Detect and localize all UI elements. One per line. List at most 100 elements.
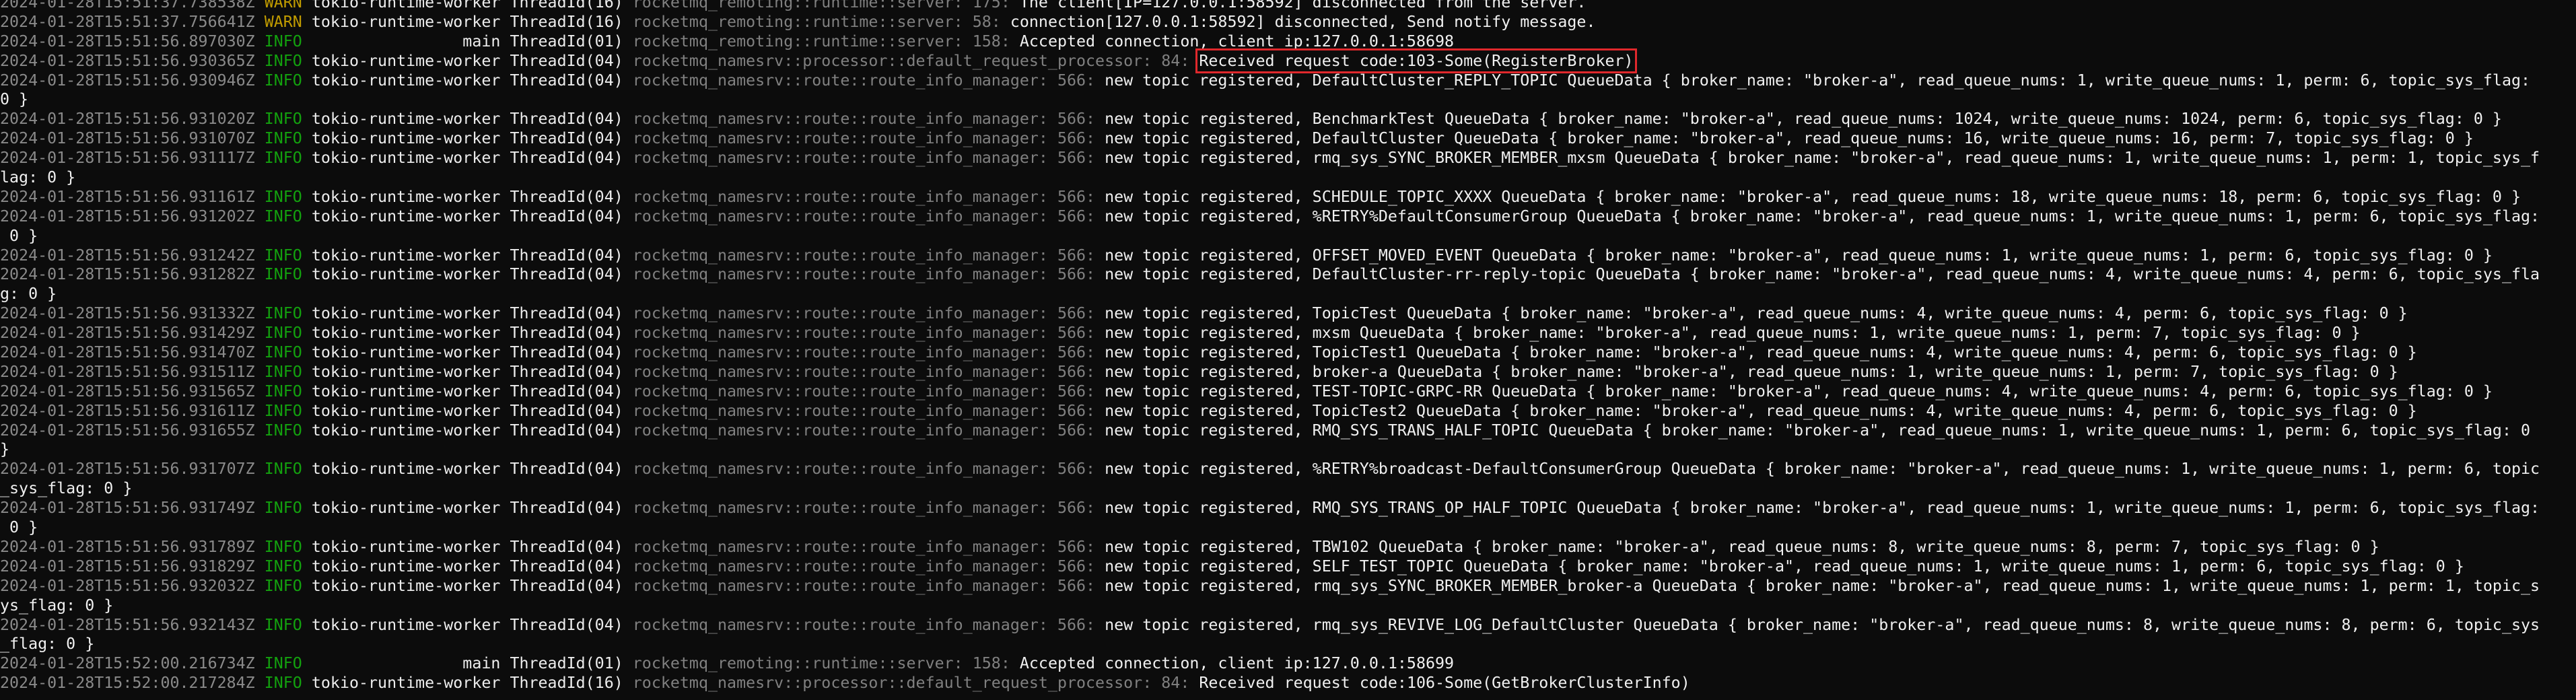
log-level: INFO [264,32,302,50]
log-target: rocketmq_namesrv::route::route_info_mana… [632,304,1039,323]
log-message: connection[127.0.0.1:58592] disconnected… [1010,12,1596,31]
log-line-number: 566 [1057,362,1086,381]
log-line-number: 566 [1057,149,1086,168]
log-worker: tokio-runtime-worker [311,71,501,90]
log-level: INFO [264,304,302,323]
log-thread-id: ThreadId(16) [510,12,623,31]
log-thread-id: ThreadId(04) [510,304,623,323]
log-line-number: 566 [1057,537,1086,556]
log-worker: tokio-runtime-worker [311,362,501,381]
log-line: 2024-01-28T15:51:56.931282Z INFO tokio-r… [0,265,2540,284]
log-timestamp: 2024-01-28T15:51:56.931070Z [0,129,255,148]
log-message: The client[IP=127.0.0.1:58592] disconnec… [1019,0,1587,11]
log-thread-id: ThreadId(04) [510,149,623,168]
log-target: rocketmq_namesrv::route::route_info_mana… [632,382,1039,400]
log-timestamp: 2024-01-28T15:51:56.897030Z [0,32,255,50]
log-line-continuation: _sys_flag: 0 } [0,479,2576,499]
log-line-continuation: _flag: 0 } [0,635,2576,654]
log-line-continuation: 0 } [0,518,2576,538]
log-worker: tokio-runtime-worker [311,557,501,575]
log-line-number: 158 [972,32,1001,50]
log-line: 2024-01-28T15:51:56.931161Z INFO tokio-r… [0,187,2521,206]
highlighted-log-message: Received request code:103-Some(RegisterB… [1195,48,1637,73]
log-target: rocketmq_namesrv::route::route_info_mana… [632,149,1039,168]
log-worker: tokio-runtime-worker [311,382,501,400]
log-line-number: 566 [1057,401,1086,420]
log-timestamp: 2024-01-28T15:51:56.932032Z [0,576,255,595]
log-timestamp: 2024-01-28T15:51:56.931707Z [0,460,255,479]
log-worker: tokio-runtime-worker [311,576,501,595]
log-line-continuation: 0 } [0,90,2576,110]
log-worker: tokio-runtime-worker [311,615,501,634]
log-thread-id: ThreadId(01) [510,32,623,50]
log-line: 2024-01-28T15:51:56.932143Z INFO tokio-r… [0,615,2540,634]
log-timestamp: 2024-01-28T15:51:56.931611Z [0,401,255,420]
log-message: new topic registered, rmq_sys_SYNC_BROKE… [1105,576,2540,595]
log-level: INFO [264,460,302,479]
log-message: new topic registered, broker-a QueueData… [1105,362,2398,381]
log-level: INFO [264,246,302,265]
log-message-continuation: _sys_flag: 0 } [0,479,133,498]
log-target: rocketmq_namesrv::route::route_info_mana… [632,324,1039,343]
log-message: new topic registered, BenchmarkTest Queu… [1105,110,2502,129]
log-line-continuation: g: 0 } [0,285,2576,304]
log-timestamp: 2024-01-28T15:51:37.738538Z [0,0,255,11]
log-line: 2024-01-28T15:51:56.931707Z INFO tokio-r… [0,460,2540,479]
log-line-number: 566 [1057,499,1086,518]
log-thread-id: ThreadId(04) [510,51,623,70]
log-level: INFO [264,499,302,518]
log-message: new topic registered, SCHEDULE_TOPIC_XXX… [1105,187,2521,206]
log-line: 2024-01-28T15:51:56.931020Z INFO tokio-r… [0,110,2502,129]
log-line-number: 566 [1057,207,1086,225]
log-level: INFO [264,557,302,575]
log-message-continuation: g: 0 } [0,285,57,304]
log-line: 2024-01-28T15:51:37.756641Z WARN tokio-r… [0,12,1596,31]
log-message-continuation: 0 } [0,90,29,109]
log-worker: tokio-runtime-worker [311,149,501,168]
log-level: WARN [264,0,302,11]
log-worker: tokio-runtime-worker [311,304,501,323]
log-line-number: 175 [972,0,1001,11]
log-target: rocketmq_namesrv::processor::default_req… [632,674,1143,693]
log-timestamp: 2024-01-28T15:51:56.931829Z [0,557,255,575]
log-target: rocketmq_remoting::runtime::server [632,12,954,31]
log-message: new topic registered, %RETRY%DefaultCons… [1105,207,2540,225]
log-worker: main [311,654,501,673]
log-message: new topic registered, mxsm QueueData { b… [1105,324,2361,343]
log-message: new topic registered, rmq_sys_REVIVE_LOG… [1105,615,2540,634]
log-line: 2024-01-28T15:52:00.217284Z INFO tokio-r… [0,674,1690,693]
log-line-number: 566 [1057,304,1086,323]
log-line-number: 566 [1057,71,1086,90]
log-line: 2024-01-28T15:51:56.931565Z INFO tokio-r… [0,382,2493,400]
log-level: INFO [264,615,302,634]
log-line: 2024-01-28T15:51:56.931655Z INFO tokio-r… [0,421,2531,440]
log-target: rocketmq_namesrv::route::route_info_mana… [632,362,1039,381]
log-level: INFO [264,129,302,148]
log-level: INFO [264,149,302,168]
log-line: 2024-01-28T15:51:56.931511Z INFO tokio-r… [0,362,2398,381]
log-line: 2024-01-28T15:52:00.216734Z INFO main Th… [0,654,1455,673]
log-target: rocketmq_namesrv::route::route_info_mana… [632,557,1039,575]
log-line-number: 566 [1057,129,1086,148]
log-timestamp: 2024-01-28T15:51:37.756641Z [0,12,255,31]
log-worker: tokio-runtime-worker [311,421,501,440]
log-level: INFO [264,421,302,440]
log-target: rocketmq_namesrv::route::route_info_mana… [632,265,1039,284]
log-line-number: 566 [1057,557,1086,575]
log-message: new topic registered, DefaultCluster-rr-… [1105,265,2540,284]
log-timestamp: 2024-01-28T15:52:00.217284Z [0,674,255,693]
log-timestamp: 2024-01-28T15:51:56.931789Z [0,537,255,556]
log-message: new topic registered, TEST-TOPIC-GRPC-RR… [1105,382,2493,400]
log-worker: tokio-runtime-worker [311,129,501,148]
log-timestamp: 2024-01-28T15:52:00.216734Z [0,654,255,673]
log-line-number: 566 [1057,324,1086,343]
log-target: rocketmq_namesrv::route::route_info_mana… [632,207,1039,225]
log-line-number: 566 [1057,615,1086,634]
log-level: INFO [264,110,302,129]
terminal-output[interactable]: 2024-01-28T15:51:37.738538Z WARN tokio-r… [0,0,2576,700]
log-level: INFO [264,654,302,673]
log-timestamp: 2024-01-28T15:51:56.931749Z [0,499,255,518]
log-worker: tokio-runtime-worker [311,674,501,693]
log-thread-id: ThreadId(04) [510,576,623,595]
log-line-continuation: lag: 0 } [0,168,2576,188]
